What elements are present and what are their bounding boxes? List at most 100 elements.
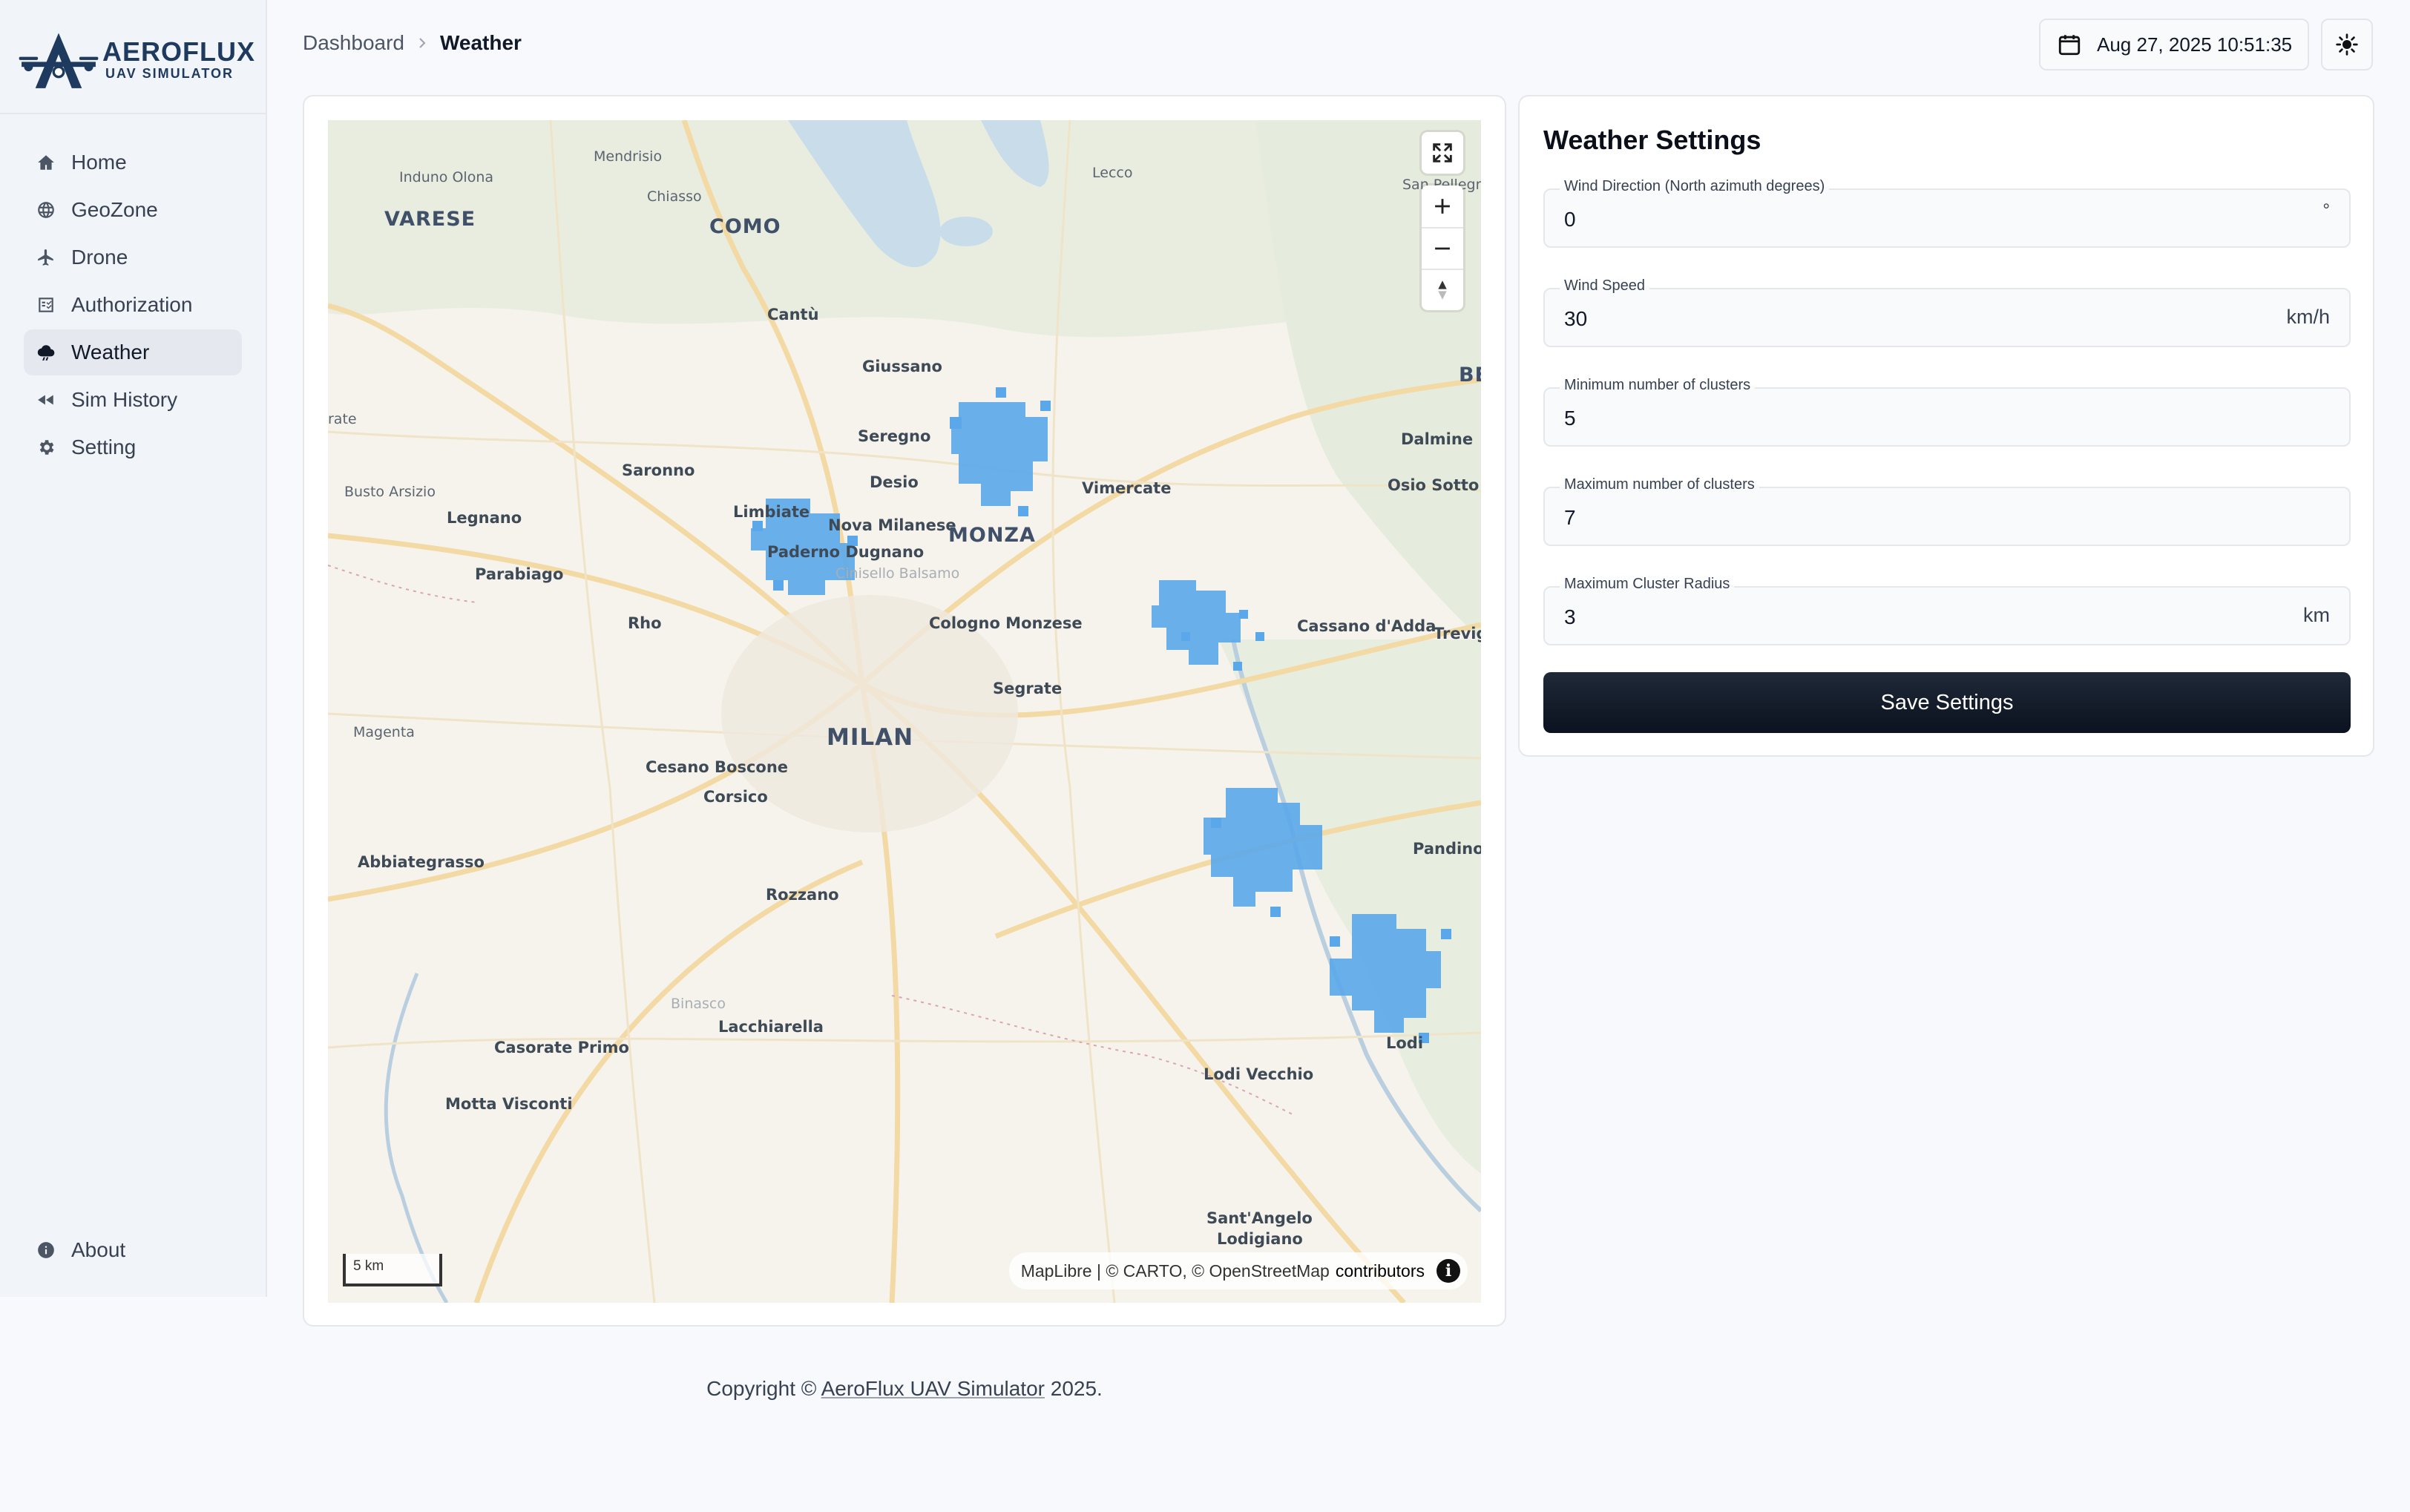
map-label: Cologno Monzese — [929, 614, 1083, 632]
map-label: Seregno — [858, 427, 931, 445]
map-label: Binasco — [671, 996, 726, 1012]
map-fullscreen-control — [1422, 132, 1463, 174]
sun-icon — [2336, 33, 2358, 56]
map-label: Corsico — [703, 788, 768, 806]
footer: Copyright © AeroFlux UAV Simulator 2025. — [303, 1377, 1506, 1401]
map-label: Osio Sotto — [1388, 476, 1480, 494]
map-label: Limbiate — [733, 503, 810, 521]
map-label: Nova Milanese — [828, 516, 956, 534]
field-unit: km — [2303, 604, 2330, 626]
compass-button[interactable] — [1422, 269, 1463, 310]
weather-map[interactable]: Induno Olona Mendrisio Chiasso VARESE CO… — [328, 120, 1481, 1303]
sidebar-item-label: Drone — [71, 246, 128, 269]
breadcrumb: Dashboard Weather — [303, 31, 522, 55]
map-label: Vimercate — [1082, 479, 1172, 497]
map-label: Cassano d'Adda — [1297, 617, 1437, 635]
theme-toggle-button[interactable] — [2321, 19, 2373, 70]
attribution-text: MapLibre | © CARTO, © OpenStreetMap — [1020, 1260, 1330, 1281]
footer-suffix: 2025. — [1044, 1377, 1103, 1400]
map-label: Lecco — [1092, 165, 1133, 181]
map-label: Cesano Boscone — [646, 758, 789, 776]
sidebar-item-about[interactable]: About — [24, 1227, 242, 1273]
field-label: Wind Speed — [1560, 277, 1649, 295]
wind-direction-field[interactable]: Wind Direction (North azimuth degrees) 0… — [1543, 178, 2351, 248]
plane-icon — [36, 247, 56, 268]
map-label: Cinisello Balsamo — [835, 565, 960, 582]
map-label: Chiasso — [647, 188, 702, 205]
compass-icon — [1438, 280, 1447, 300]
rewind-icon — [36, 389, 56, 410]
zoom-in-button[interactable] — [1422, 185, 1463, 227]
drone-logo-icon — [19, 33, 99, 88]
map-label: Lodigiano — [1217, 1230, 1303, 1248]
sidebar-item-drone[interactable]: Drone — [24, 234, 242, 280]
map-label: Rozzano — [766, 886, 839, 904]
wind-speed-field[interactable]: Wind Speed 30 km/h — [1543, 277, 2351, 347]
sidebar-item-label: Setting — [71, 435, 137, 458]
footer-prefix: Copyright © — [706, 1377, 821, 1400]
sidebar-item-authorization[interactable]: Authorization — [24, 282, 242, 328]
zoom-out-button[interactable] — [1422, 227, 1463, 269]
globe-icon — [36, 200, 56, 220]
field-value: 7 — [1564, 506, 1576, 529]
contributors-link[interactable]: contributors — [1336, 1261, 1425, 1281]
field-label: Wind Direction (North azimuth degrees) — [1560, 178, 1830, 195]
map-scale: 5 km — [343, 1254, 442, 1286]
sidebar-item-label: Weather — [71, 341, 150, 364]
chevron-right-icon — [419, 38, 426, 48]
datetime-picker[interactable]: Aug 27, 2025 10:51:35 — [2039, 19, 2309, 70]
map-label: Induno Olona — [399, 169, 493, 185]
map-label: Legnano — [447, 509, 522, 527]
map-label: Segrate — [993, 680, 1063, 697]
sidebar-item-home[interactable]: Home — [24, 139, 242, 185]
datetime-value: Aug 27, 2025 10:51:35 — [2097, 33, 2293, 56]
map-label: Desio — [870, 473, 919, 491]
calendar-icon — [2058, 35, 2081, 56]
field-label: Minimum number of clusters — [1560, 377, 1756, 394]
map-label: Parabiago — [475, 565, 564, 583]
map-label: Cantù — [767, 306, 819, 323]
footer-link[interactable]: AeroFlux UAV Simulator — [821, 1377, 1045, 1400]
fullscreen-button[interactable] — [1422, 132, 1463, 174]
max-cluster-radius-field[interactable]: Maximum Cluster Radius 3 km — [1543, 576, 2351, 645]
breadcrumb-dashboard-link[interactable]: Dashboard — [303, 31, 404, 55]
plus-icon — [1435, 199, 1450, 214]
field-value: 3 — [1564, 605, 1576, 628]
save-settings-button[interactable]: Save Settings — [1543, 672, 2351, 733]
map-label: Motta Visconti — [445, 1095, 573, 1113]
app-logo[interactable]: AEROFLUX UAV SIMULATOR — [18, 22, 255, 96]
sidebar-item-setting[interactable]: Setting — [24, 424, 242, 470]
field-unit: km/h — [2286, 306, 2330, 328]
sidebar: AEROFLUX UAV SIMULATOR Home GeoZone Dron… — [0, 0, 267, 1297]
map-label: Sant'Angelo — [1206, 1209, 1313, 1227]
expand-icon — [1433, 143, 1452, 162]
map-attribution: MapLibre | © CARTO, © OpenStreetMap cont… — [1008, 1252, 1468, 1289]
field-value: 30 — [1564, 307, 1588, 330]
max-clusters-field[interactable]: Maximum number of clusters 7 — [1543, 476, 2351, 546]
map-label: Mendrisio — [594, 148, 663, 165]
brand-subtitle: UAV SIMULATOR — [105, 65, 234, 81]
map-nav-control — [1422, 185, 1463, 310]
field-label: Maximum Cluster Radius — [1560, 576, 1735, 593]
min-clusters-field[interactable]: Minimum number of clusters 5 — [1543, 377, 2351, 447]
map-label: Abbiategrasso — [358, 853, 485, 871]
map-label: MILAN — [827, 724, 914, 751]
sidebar-item-label: Authorization — [71, 293, 193, 316]
settings-title: Weather Settings — [1543, 125, 1761, 155]
map-label: Giussano — [862, 358, 942, 375]
checklist-icon — [36, 295, 56, 315]
sidebar-item-sim-history[interactable]: Sim History — [24, 377, 242, 423]
map-label: rate — [328, 411, 357, 427]
sidebar-divider — [0, 113, 266, 114]
map-label: Pandino — [1413, 840, 1481, 858]
minus-icon — [1435, 247, 1450, 250]
sidebar-item-geozone[interactable]: GeoZone — [24, 187, 242, 233]
map-label: Lacchiarella — [718, 1018, 824, 1036]
attribution-info-icon[interactable]: i — [1437, 1259, 1460, 1283]
map-label: Dalmine — [1401, 430, 1474, 448]
map-label: Lodi — [1386, 1034, 1424, 1052]
map-label: MONZA — [948, 524, 1036, 547]
map-label: Casorate Primo — [494, 1039, 629, 1056]
sidebar-item-weather[interactable]: Weather — [24, 329, 242, 375]
map-label: VARESE — [384, 208, 476, 231]
